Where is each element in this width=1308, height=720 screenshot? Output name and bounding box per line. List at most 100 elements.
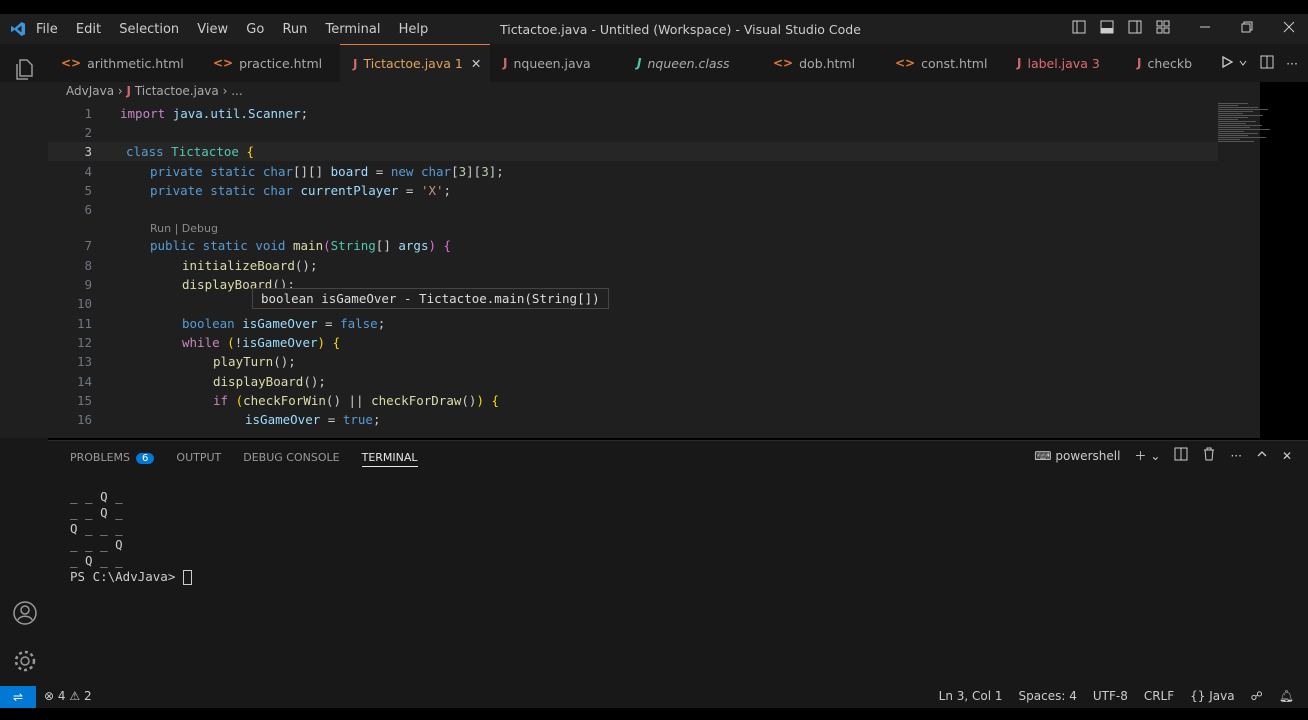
code-line: 11 boolean isGameOver = false; xyxy=(76,316,386,331)
customize-layout-icon[interactable] xyxy=(1156,20,1170,38)
feedback-icon[interactable]: ☍ xyxy=(1251,689,1263,703)
chevron-right-icon: › xyxy=(117,84,127,98)
tab-checkb[interactable]: Jcheckb xyxy=(1124,44,1204,82)
braces-icon: {} xyxy=(1190,689,1206,703)
tab-debug-console[interactable]: DEBUG CONSOLE xyxy=(243,451,339,467)
trash-icon[interactable] xyxy=(1202,447,1216,464)
menu-help[interactable]: Help xyxy=(399,22,429,37)
terminal-icon: ⌨ xyxy=(1034,448,1052,463)
terminal-prompt: PS C:\AdvJava> xyxy=(70,569,183,584)
problems-status[interactable]: ⊗ 4 ⚠ 2 xyxy=(44,689,92,703)
notifications-bell-icon[interactable]: 🔔︎ xyxy=(1279,689,1294,703)
terminal-shell-selector[interactable]: ⌨ powershell xyxy=(1034,449,1120,463)
split-terminal-icon[interactable] xyxy=(1174,447,1188,464)
editor-tabs: <> arithmetic.html <> practice.html J Ticta… xyxy=(48,44,1308,82)
code-line: 15 if (checkForWin() || checkForDraw()) { xyxy=(76,393,500,408)
code-line: 7 public static void main(String[] args) … xyxy=(84,238,452,253)
menu-terminal[interactable]: Terminal xyxy=(326,22,381,37)
toggle-panel-icon[interactable] xyxy=(1100,20,1114,38)
menu-bar: File Edit Selection View Go Run Terminal… xyxy=(36,22,442,37)
code-line: 16 isGameOver = true; xyxy=(76,412,381,427)
end-of-line[interactable]: CRLF xyxy=(1144,689,1174,703)
minimap[interactable] xyxy=(1218,102,1298,242)
maximize-panel-icon[interactable] xyxy=(1256,448,1268,463)
more-actions-icon[interactable]: ··· xyxy=(1286,56,1298,71)
toggle-secondary-sidebar-icon[interactable] xyxy=(1128,20,1142,38)
breadcrumb-more[interactable]: ... xyxy=(231,84,242,98)
java-file-icon: J xyxy=(353,56,358,71)
tab-const-html[interactable]: <> const.html xyxy=(882,44,1004,82)
more-actions-icon[interactable]: ··· xyxy=(1230,449,1241,463)
tab-nqueen-java[interactable]: Jnqueen.java xyxy=(490,44,624,82)
settings-gear-icon[interactable] xyxy=(12,648,38,674)
codelens-run-debug[interactable]: Run | Debug xyxy=(150,222,218,235)
menu-selection[interactable]: Selection xyxy=(119,22,179,37)
hover-tooltip: boolean isGameOver - Tictactoe.main(Stri… xyxy=(252,288,609,309)
language-mode[interactable]: {} Java xyxy=(1190,689,1234,703)
tab-problems[interactable]: PROBLEMS 6 xyxy=(70,451,155,467)
tab-output[interactable]: OUTPUT xyxy=(176,451,221,467)
accounts-icon[interactable] xyxy=(12,600,38,626)
breadcrumb: AdvJava › J Tictactoe.java › ... xyxy=(66,84,243,98)
code-line: 3 class Tictactoe { xyxy=(48,142,1218,161)
error-icon: ⊗ xyxy=(44,689,55,703)
status-bar: ⇌ ⊗ 4 ⚠ 2 Ln 3, Col 1 Spaces: 4 UTF-8 CR… xyxy=(0,686,1308,708)
html-file-icon: <> xyxy=(773,56,794,70)
code-line: 9 displayBoard(); xyxy=(84,277,295,292)
code-line: 8 initializeBoard(); xyxy=(84,258,318,273)
close-panel-icon[interactable]: ✕ xyxy=(1282,449,1292,463)
code-line: 4 private static char[][] board = new cha… xyxy=(84,164,504,179)
menu-go[interactable]: Go xyxy=(246,22,264,37)
code-line: 5 private static char currentPlayer = 'X'… xyxy=(84,183,452,198)
tab-nqueen-class[interactable]: Jnqueen.class xyxy=(624,44,760,82)
code-line: 14 displayBoard(); xyxy=(76,374,326,389)
chevron-down-icon[interactable]: ⌄ xyxy=(1150,449,1160,463)
breadcrumb-file[interactable]: Tictactoe.java xyxy=(135,84,219,98)
tab-terminal[interactable]: TERMINAL xyxy=(361,451,418,467)
terminal-output[interactable]: _ _ Q _ _ _ Q _ Q _ _ _ _ _ _ Q _ Q _ _ PS C:… xyxy=(70,489,192,585)
close-window-icon[interactable] xyxy=(1282,20,1296,38)
java-file-icon: J xyxy=(637,56,642,70)
java-file-icon: J xyxy=(126,84,131,98)
terminal-cursor xyxy=(182,570,192,585)
html-file-icon: <> xyxy=(61,56,82,70)
tab-dob-html[interactable]: <> dob.html xyxy=(760,44,882,82)
html-file-icon: <> xyxy=(213,56,234,70)
window-title: Tictactoe.java - Untitled (Workspace) - … xyxy=(500,21,861,37)
run-file-icon[interactable] xyxy=(1220,55,1234,72)
breadcrumb-folder[interactable]: AdvJava xyxy=(66,84,114,98)
chevron-down-icon[interactable] xyxy=(1238,56,1248,71)
java-file-icon: J xyxy=(503,56,508,70)
toggle-sidebar-icon[interactable] xyxy=(1072,20,1086,38)
new-terminal-icon[interactable]: ＋ xyxy=(1134,447,1146,464)
remote-icon[interactable]: ⇌ xyxy=(0,686,36,708)
indentation[interactable]: Spaces: 4 xyxy=(1019,689,1077,703)
code-line: 6 xyxy=(84,202,92,217)
code-editor[interactable]: 1 import java.util.Scanner; 2 3 class Tict… xyxy=(48,102,1218,438)
split-editor-icon[interactable] xyxy=(1260,55,1274,72)
menu-edit[interactable]: Edit xyxy=(76,22,101,37)
encoding[interactable]: UTF-8 xyxy=(1093,689,1128,703)
tab-tictactoe-java[interactable]: J Tictactoe.java 1 ✕ xyxy=(340,44,490,82)
tab-practice-html[interactable]: <> practice.html xyxy=(200,44,340,82)
title-bar: File Edit Selection View Go Run Terminal… xyxy=(0,14,1308,44)
tab-label-java[interactable]: Jlabel.java 3 xyxy=(1004,44,1124,82)
close-tab-icon[interactable]: ✕ xyxy=(471,56,481,71)
chevron-right-icon: › xyxy=(222,84,232,98)
bottom-panel: PROBLEMS 6 OUTPUT DEBUG CONSOLE TERMINAL … xyxy=(48,440,1308,687)
minimize-icon[interactable] xyxy=(1198,20,1212,38)
tab-arithmetic-html[interactable]: <> arithmetic.html xyxy=(48,44,200,82)
problems-count-badge: 6 xyxy=(136,453,155,464)
restore-icon[interactable] xyxy=(1240,20,1254,38)
menu-file[interactable]: File xyxy=(36,22,58,37)
code-line: 12 while (!isGameOver) { xyxy=(76,335,341,350)
explorer-icon[interactable] xyxy=(12,56,38,82)
cursor-position[interactable]: Ln 3, Col 1 xyxy=(939,689,1003,703)
menu-view[interactable]: View xyxy=(197,22,228,37)
vscode-logo-icon xyxy=(0,21,36,37)
code-text: import java.util.Scanner; xyxy=(120,106,309,121)
menu-run[interactable]: Run xyxy=(282,22,307,37)
java-file-icon: J xyxy=(1137,56,1142,70)
code-line: 1 import java.util.Scanner; xyxy=(84,106,309,121)
warning-icon: ⚠ xyxy=(69,689,81,703)
